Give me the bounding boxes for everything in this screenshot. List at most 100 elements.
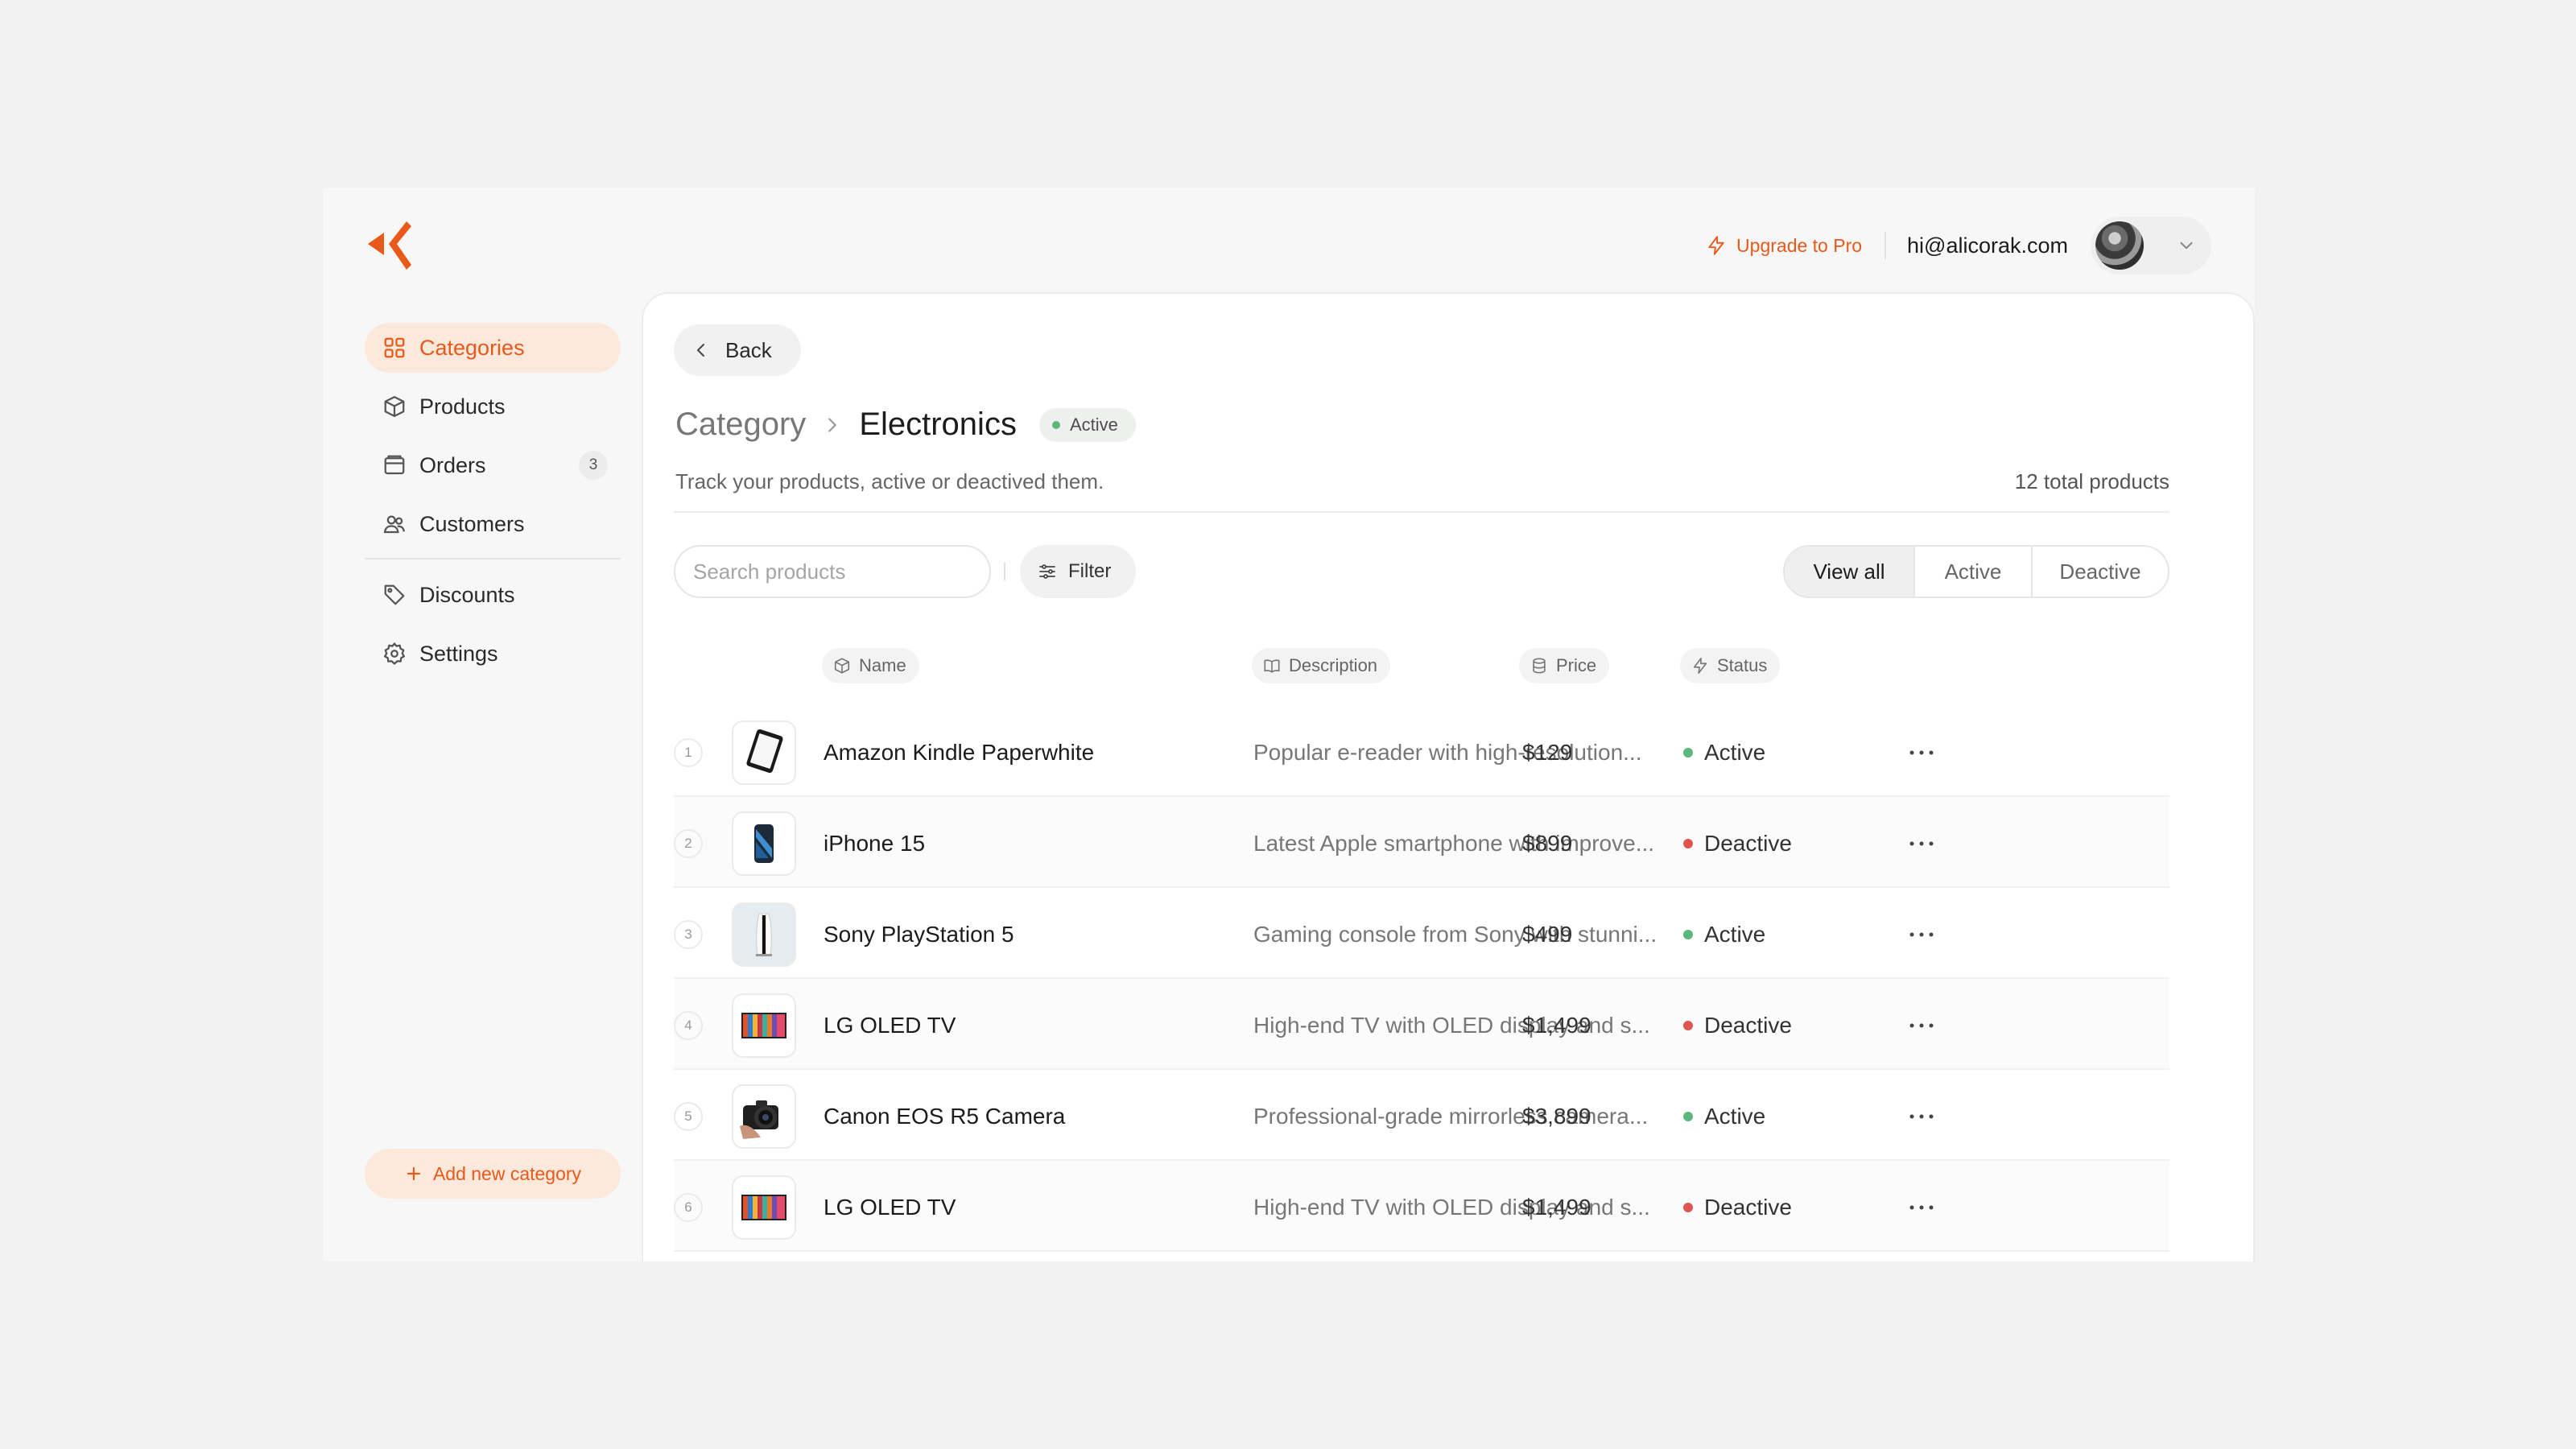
tab-view-all[interactable]: View all <box>1785 547 1913 597</box>
status-dot <box>1683 839 1693 848</box>
status-label: Active <box>1704 1104 1766 1129</box>
row-number: 5 <box>674 1102 703 1131</box>
more-horizontal-icon <box>1909 750 1934 755</box>
product-price: $1,499 <box>1522 1195 1591 1220</box>
column-header-price[interactable]: Price <box>1519 648 1610 683</box>
add-new-category-button[interactable]: Add new category <box>365 1149 621 1199</box>
column-header-status[interactable]: Status <box>1680 648 1781 683</box>
users-icon <box>382 512 407 536</box>
sidebar-item-label: Customers <box>419 511 525 536</box>
total-products-count: 12 total products <box>2014 469 2169 493</box>
kindle-image <box>746 729 783 774</box>
orders-count-badge: 3 <box>579 451 608 480</box>
sidebar-item-label: Categories <box>419 335 525 360</box>
row-actions-button[interactable] <box>1905 829 1938 858</box>
row-actions-button[interactable] <box>1905 1011 1938 1040</box>
product-description: Gaming console from Sony with stunni... <box>1253 922 1657 947</box>
table-row[interactable]: 6 LG OLED TV High-end TV with OLED displ… <box>674 1161 2169 1252</box>
brand-logo-icon[interactable] <box>366 220 413 271</box>
row-actions-button[interactable] <box>1905 1102 1938 1131</box>
column-header-description[interactable]: Description <box>1252 648 1391 683</box>
product-name: Amazon Kindle Paperwhite <box>824 740 1095 765</box>
page-title: Electronics <box>859 407 1017 442</box>
back-label: Back <box>725 337 772 362</box>
product-name: Canon EOS R5 Camera <box>824 1104 1066 1129</box>
sidebar-item-label: Orders <box>419 452 486 477</box>
breadcrumb-parent[interactable]: Category <box>675 407 806 443</box>
row-actions-button[interactable] <box>1905 738 1938 767</box>
column-label: Name <box>859 655 906 675</box>
table-row[interactable]: 4 LG OLED TV High-end TV with OLED displ… <box>674 979 2169 1070</box>
database-icon <box>1533 658 1546 674</box>
status-label: Active <box>1704 740 1766 765</box>
row-actions-button[interactable] <box>1905 1193 1938 1222</box>
tab-deactive[interactable]: Deactive <box>2031 547 2168 597</box>
product-status: Active <box>1683 740 1765 766</box>
cube-icon <box>834 658 850 674</box>
table-row[interactable]: 2 iPhone 15 Latest Apple smartphone with… <box>674 797 2169 888</box>
row-actions-button[interactable] <box>1905 920 1938 949</box>
tv-image <box>741 1013 786 1038</box>
filter-button[interactable]: Filter <box>1020 545 1136 598</box>
upgrade-to-pro-link[interactable]: Upgrade to Pro <box>1706 232 1887 259</box>
table-row[interactable]: 3 Sony PlayStation 5 Gaming console from… <box>674 888 2169 979</box>
product-name: iPhone 15 <box>824 831 926 856</box>
row-number: 3 <box>674 920 703 949</box>
product-thumbnail <box>732 811 796 876</box>
chevron-left-icon <box>697 344 704 357</box>
iphone-image <box>754 824 774 863</box>
column-header-name[interactable]: Name <box>822 648 919 683</box>
main-panel: Back Category Electronics Active Track y… <box>642 292 2255 1261</box>
product-price: $499 <box>1522 922 1573 947</box>
sidebar-item-label: Settings <box>419 641 498 666</box>
tv-image <box>741 1195 786 1220</box>
product-description: Popular e-reader with high-resolution... <box>1253 740 1642 765</box>
sidebar-item-discounts[interactable]: Discounts <box>365 570 621 620</box>
tab-active[interactable]: Active <box>1913 547 2031 597</box>
row-number: 1 <box>674 738 703 767</box>
sidebar-item-categories[interactable]: Categories <box>365 323 621 373</box>
product-name: LG OLED TV <box>824 1195 956 1220</box>
table-row[interactable]: 5 Canon EOS R5 Camera Professional-grade… <box>674 1070 2169 1161</box>
status-dot <box>1683 1112 1693 1121</box>
sidebar-divider <box>365 558 621 559</box>
product-thumbnail <box>732 902 796 967</box>
product-name: Sony PlayStation 5 <box>824 922 1014 947</box>
divider <box>674 511 2169 513</box>
topbar: Upgrade to Pro hi@alicorak.com <box>1706 217 2211 275</box>
status-label: Deactive <box>1704 1013 1792 1038</box>
sidebar-item-settings[interactable]: Settings <box>365 629 621 679</box>
sidebar-item-customers[interactable]: Customers <box>365 499 621 549</box>
product-status: Active <box>1683 1104 1765 1129</box>
sidebar-item-label: Discounts <box>419 582 515 607</box>
bolt-icon <box>1693 658 1707 674</box>
table-row[interactable]: 1 Amazon Kindle Paperwhite Popular e-rea… <box>674 706 2169 797</box>
product-status: Active <box>1683 922 1765 947</box>
more-horizontal-icon <box>1909 1205 1934 1210</box>
product-thumbnail <box>732 1175 796 1240</box>
chevron-down-icon <box>2180 242 2193 250</box>
status-label: Deactive <box>1704 1195 1792 1220</box>
status-dot <box>1683 930 1693 939</box>
column-label: Description <box>1289 655 1378 675</box>
sidebar-item-products[interactable]: Products <box>365 382 621 431</box>
box-icon <box>382 394 407 419</box>
status-dot <box>1051 420 1060 429</box>
status-badge-label: Active <box>1069 414 1118 435</box>
plus-icon <box>407 1166 421 1181</box>
product-price: $899 <box>1522 831 1573 856</box>
book-icon <box>1264 659 1280 673</box>
filter-label: Filter <box>1068 560 1112 582</box>
user-menu-button[interactable] <box>2091 217 2211 275</box>
user-email: hi@alicorak.com <box>1907 233 2068 258</box>
product-thumbnail <box>732 993 796 1058</box>
row-number: 2 <box>674 829 703 858</box>
product-status: Deactive <box>1683 831 1792 857</box>
toolbar-separator <box>1004 563 1005 580</box>
back-button[interactable]: Back <box>674 324 801 376</box>
sidebar-item-orders[interactable]: Orders 3 <box>365 440 621 490</box>
product-price: $3,899 <box>1522 1104 1591 1129</box>
page-subtitle: Track your products, active or deactived… <box>675 469 1104 493</box>
search-input[interactable] <box>674 545 991 598</box>
status-label: Active <box>1704 922 1766 947</box>
